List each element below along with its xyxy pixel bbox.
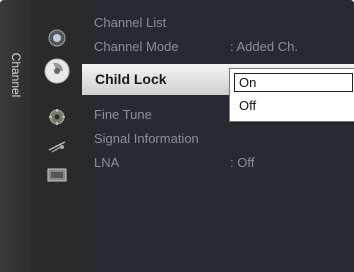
side-tab[interactable]: Channel [0,0,32,272]
icon-column [31,0,82,272]
child-lock-dropdown[interactable]: On Off [229,68,354,122]
lna-value: : Off [230,155,255,170]
menu-item-fine-tune[interactable]: Fine Tune [94,107,152,122]
picture-icon[interactable] [47,28,67,48]
menu-item-channel-list[interactable]: Channel List [94,15,166,30]
side-tab-label: Channel [9,52,23,98]
dropdown-option-on[interactable]: On [234,73,353,92]
option-off-label: Off [239,98,257,113]
input-icon[interactable] [47,167,67,183]
channel-mode-value: : Added Ch. [230,39,298,54]
menu-item-signal-information[interactable]: Signal Information [94,131,199,146]
menu-item-channel-mode[interactable]: Channel Mode [94,39,179,54]
dropdown-option-off[interactable]: Off [239,98,256,113]
channel-menu: Channel Channel List Channel Mode: Adde… [0,0,354,272]
child-lock-label: Child Lock [95,71,167,87]
menu-item-lna[interactable]: LNA [94,155,119,170]
option-on-label: On [239,75,257,90]
setup-icon[interactable] [48,108,66,126]
antenna-icon[interactable] [47,138,67,154]
menu-list: Channel List Channel Mode : Added Ch. Fi… [82,0,354,272]
channel-icon[interactable] [43,57,71,85]
